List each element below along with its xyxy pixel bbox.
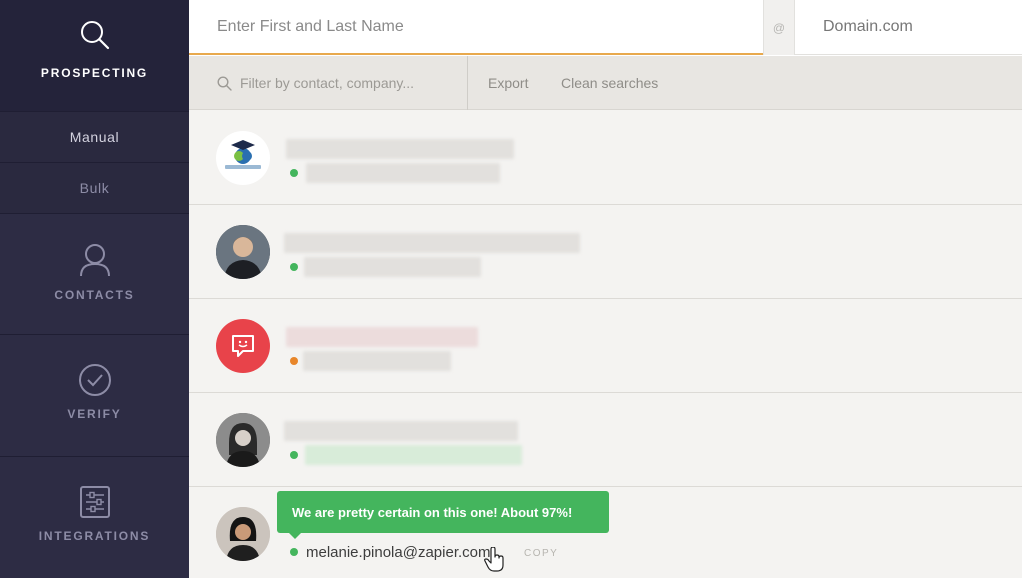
redacted-email — [304, 257, 481, 277]
company-logo-avatar — [216, 131, 270, 185]
sidebar-item-label: INTEGRATIONS — [38, 529, 151, 543]
check-circle-icon — [78, 364, 111, 396]
redacted-email — [303, 351, 451, 371]
status-dot — [290, 548, 298, 556]
contact-list: We are pretty certain on this one! About… — [189, 111, 1022, 578]
export-button[interactable]: Export — [488, 56, 528, 110]
integrations-icon — [79, 486, 110, 518]
sidebar-item-label: PROSPECTING — [40, 66, 149, 80]
user-icon — [79, 244, 110, 277]
contact-email[interactable]: melanie.pinola@zapier.com — [306, 544, 491, 561]
sidebar: PROSPECTING Manual Bulk CONTACTS VERIFY — [0, 0, 189, 578]
filter-placeholder: Filter by contact, company... — [240, 75, 415, 91]
domain-input[interactable] — [795, 0, 1022, 55]
person-photo — [216, 225, 270, 279]
sidebar-item-contacts[interactable]: CONTACTS — [0, 214, 189, 335]
chat-smiley-icon — [232, 335, 254, 357]
sidebar-item-integrations[interactable]: INTEGRATIONS — [0, 457, 189, 578]
sidebar-item-label: VERIFY — [67, 407, 122, 421]
list-item[interactable] — [189, 111, 1022, 205]
sidebar-item-bulk[interactable]: Bulk — [0, 163, 189, 214]
avatar — [216, 413, 270, 467]
search-icon — [217, 75, 232, 91]
filter-bar: Filter by contact, company... Export Cle… — [189, 56, 1022, 110]
at-separator: @ — [763, 0, 795, 55]
status-dot — [290, 357, 298, 365]
search-bar: @ — [189, 0, 1022, 56]
hand-cursor-icon — [484, 547, 504, 572]
list-item[interactable] — [189, 299, 1022, 393]
sidebar-item-manual[interactable]: Manual — [0, 112, 189, 163]
name-input[interactable] — [189, 0, 763, 55]
list-item[interactable] — [189, 393, 1022, 487]
avatar — [216, 225, 270, 279]
redacted-email — [305, 445, 522, 465]
status-dot — [290, 169, 298, 177]
company-logo-avatar — [216, 319, 270, 373]
sidebar-item-verify[interactable]: VERIFY — [0, 335, 189, 457]
redacted-email — [306, 163, 500, 183]
redacted-name — [286, 139, 514, 159]
sidebar-item-label: Bulk — [79, 180, 110, 196]
person-photo — [216, 507, 270, 561]
sidebar-item-prospecting[interactable]: PROSPECTING — [0, 0, 189, 112]
sidebar-item-label: CONTACTS — [54, 288, 135, 302]
copy-button[interactable]: COPY — [524, 548, 558, 559]
redacted-name — [286, 327, 478, 347]
filter-input[interactable]: Filter by contact, company... — [189, 56, 468, 110]
search-icon — [80, 21, 109, 50]
confidence-tooltip: We are pretty certain on this one! About… — [277, 491, 609, 539]
person-photo — [216, 413, 270, 467]
avatar — [216, 507, 270, 561]
redacted-name — [284, 233, 580, 253]
list-item[interactable] — [189, 205, 1022, 299]
clean-searches-button[interactable]: Clean searches — [561, 56, 658, 110]
graduation-cap-logo — [225, 140, 261, 169]
status-dot — [290, 451, 298, 459]
list-item[interactable]: We are pretty certain on this one! About… — [189, 487, 1022, 578]
app-window: PROSPECTING Manual Bulk CONTACTS VERIFY — [0, 0, 1022, 578]
redacted-name — [284, 421, 518, 441]
status-dot — [290, 263, 298, 271]
sidebar-item-label: Manual — [69, 129, 120, 145]
